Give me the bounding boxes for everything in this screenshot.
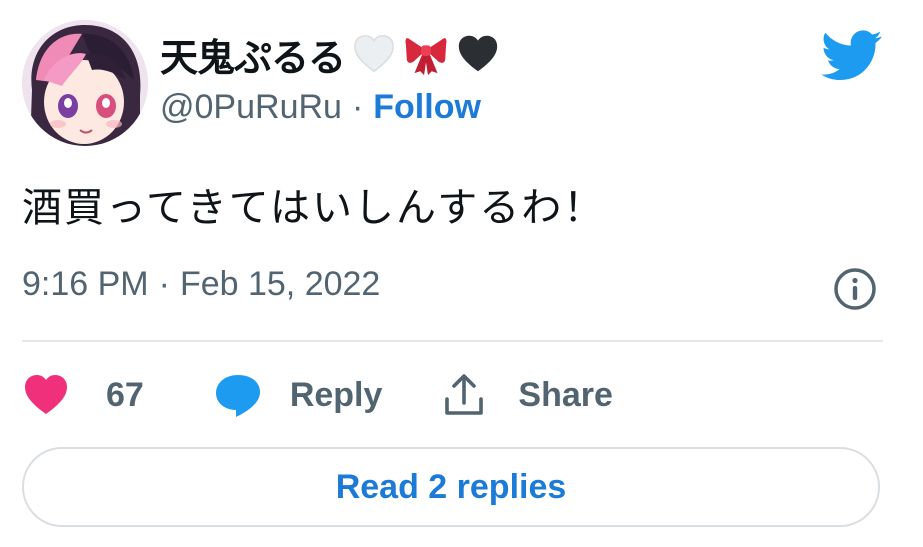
tweet-text: 酒買ってきてはいしんするわ！: [22, 185, 606, 231]
twitter-logo-icon[interactable]: [821, 30, 883, 82]
separator-dot: ·: [351, 88, 364, 126]
reply-bubble-icon: [215, 375, 260, 417]
tweet-timestamp[interactable]: 9:16 PM · Feb 15, 2022: [22, 265, 380, 304]
display-name[interactable]: 天鬼ぷるる: [160, 27, 346, 82]
reply-label: Reply: [289, 375, 383, 414]
black-heart-icon: [458, 35, 498, 72]
reply-button[interactable]: Reply: [214, 371, 383, 419]
separator-dot: ·: [158, 265, 170, 303]
follow-link[interactable]: Follow: [373, 88, 481, 127]
share-button[interactable]: Share: [440, 371, 613, 419]
share-label: Share: [518, 375, 613, 414]
divider: [22, 340, 883, 342]
tweet-time[interactable]: 9:16 PM: [22, 265, 149, 304]
red-ribbon-icon: [405, 38, 447, 76]
tweet-date[interactable]: Feb 15, 2022: [180, 265, 380, 304]
heart-icon: [25, 375, 67, 414]
like-button[interactable]: 67: [22, 371, 144, 419]
avatar[interactable]: [22, 20, 148, 146]
info-icon[interactable]: [833, 267, 877, 311]
avatar-image: [22, 20, 148, 146]
white-heart-icon: [354, 35, 394, 73]
action-bar: 67 Reply Share: [22, 368, 613, 422]
author-name-row[interactable]: 天鬼ぷるる: [160, 28, 501, 80]
user-handle[interactable]: @0PuRuRu: [160, 88, 342, 127]
handle-row: @0PuRuRu · Follow: [160, 88, 481, 127]
share-icon: [445, 374, 484, 415]
like-count: 67: [106, 375, 144, 414]
read-replies-button[interactable]: Read 2 replies: [22, 447, 880, 527]
